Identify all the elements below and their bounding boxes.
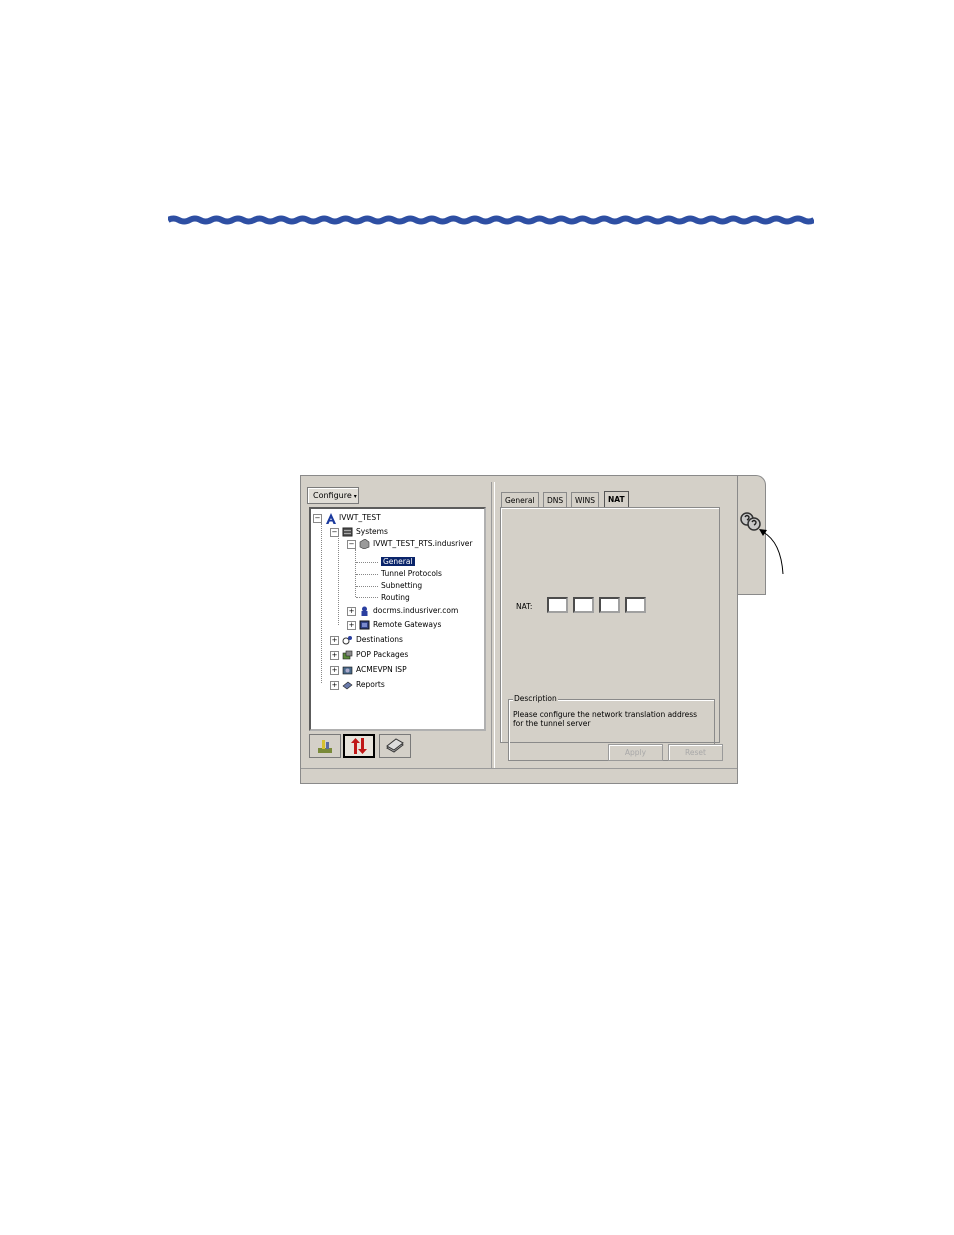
expand-icon[interactable]: + (330, 665, 339, 675)
expand-icon[interactable]: + (330, 650, 339, 660)
tree-item-label: Remote Gateways (373, 620, 442, 629)
tree-item-destinations[interactable]: + Destinations (330, 634, 403, 646)
tree-item-general[interactable]: General (381, 556, 415, 568)
tree-item-label: Subnetting (381, 581, 423, 590)
expand-icon[interactable]: + (330, 680, 339, 690)
user-icon (359, 606, 370, 616)
nat-octet-3-input[interactable] (599, 597, 620, 613)
configure-menu-button[interactable]: Configure ▾ (307, 487, 359, 504)
tree-item-label: Reports (356, 680, 385, 689)
tab-nat[interactable]: NAT (604, 491, 629, 508)
destinations-icon (342, 635, 353, 645)
tree-item-routing[interactable]: Routing (381, 592, 410, 604)
transfer-arrows-icon (351, 738, 367, 754)
tab-dns[interactable]: DNS (543, 492, 568, 507)
configure-icon (318, 740, 332, 753)
reset-button[interactable]: Reset (668, 744, 723, 761)
tab-wins[interactable]: WINS (571, 492, 599, 507)
tree-item-subnetting[interactable]: Subnetting (381, 580, 422, 592)
package-icon (342, 650, 353, 660)
collapse-icon[interactable]: − (313, 513, 322, 523)
tree-item-reports[interactable]: + Reports (330, 679, 385, 691)
tree-item-label: General (381, 557, 415, 566)
expand-icon[interactable]: + (347, 606, 356, 616)
application-window: Configure ▾ − IVWT_TEST − Systems − IVWT_TES… (300, 475, 738, 784)
tree-connector (321, 523, 322, 683)
tree-item-acmevpn-isp[interactable]: + ACMEVPN ISP (330, 664, 407, 676)
app-logo-icon (325, 513, 336, 524)
nat-octet-4-input[interactable] (625, 597, 646, 613)
chevron-down-icon: ▾ (353, 493, 357, 500)
description-text: Please configure the network translation… (513, 710, 698, 728)
tree-item-system[interactable]: − IVWT_TEST_RTS.indusriver (347, 538, 472, 550)
tab-general[interactable]: General (501, 492, 539, 507)
tree-item-systems[interactable]: − Systems (330, 526, 388, 538)
tree-connector (356, 562, 378, 563)
tree-connector (355, 549, 356, 597)
description-title: Description (513, 694, 558, 703)
tree-item-label: POP Packages (356, 650, 409, 659)
apply-button[interactable]: Apply (608, 744, 663, 761)
tree-item-label: IVWT_TEST_RTS.indusriver (373, 539, 473, 548)
nat-octet-2-input[interactable] (573, 597, 594, 613)
nav-tab-reports[interactable] (379, 734, 411, 758)
collapse-icon[interactable]: − (330, 527, 339, 537)
tree-item-pop-packages[interactable]: + POP Packages (330, 649, 408, 661)
decorative-wave-rule (168, 215, 814, 225)
systems-icon (342, 527, 353, 537)
tree-item-label: Destinations (356, 635, 403, 644)
nat-settings-panel: NAT: Description Please configure the ne… (500, 507, 720, 761)
isp-icon (342, 665, 353, 675)
gateway-icon (359, 620, 370, 630)
status-bar (301, 768, 737, 783)
tree-item-root[interactable]: − IVWT_TEST (313, 512, 381, 524)
nav-tab-configure[interactable] (309, 734, 341, 758)
tree-connector (356, 597, 378, 598)
reports-icon (386, 738, 404, 753)
tree-connector (338, 535, 339, 625)
tree-item-label: IVWT_TEST (339, 513, 381, 522)
tree-item-tunnel-protocols[interactable]: Tunnel Protocols (381, 568, 442, 580)
expand-icon[interactable]: + (330, 635, 339, 645)
tree-item-remote-gateways[interactable]: + Remote Gateways (347, 619, 441, 631)
tree-item-label: Tunnel Protocols (381, 569, 442, 578)
nav-tab-transfer[interactable] (343, 734, 375, 758)
tree-item-label: ACMEVPN ISP (356, 665, 407, 674)
expand-icon[interactable]: + (347, 620, 356, 630)
callout-arrow-icon (759, 529, 784, 575)
configuration-tree[interactable]: − IVWT_TEST − Systems − IVWT_TEST_RTS.indus… (309, 507, 486, 731)
tree-connector (356, 586, 378, 587)
nat-label: NAT: (516, 602, 533, 611)
collapse-icon[interactable]: − (347, 539, 356, 549)
tree-connector (356, 574, 378, 575)
reports-icon (342, 680, 353, 690)
tree-item-label: Systems (356, 527, 388, 536)
configure-label: Configure (313, 491, 352, 500)
tree-item-label: Routing (381, 593, 410, 602)
nat-octet-1-input[interactable] (547, 597, 568, 613)
tree-item-docrms[interactable]: + docrms.indusriver.com (347, 605, 458, 617)
server-icon (359, 538, 370, 550)
tree-item-label: docrms.indusriver.com (373, 606, 459, 615)
pane-divider[interactable] (491, 482, 495, 768)
